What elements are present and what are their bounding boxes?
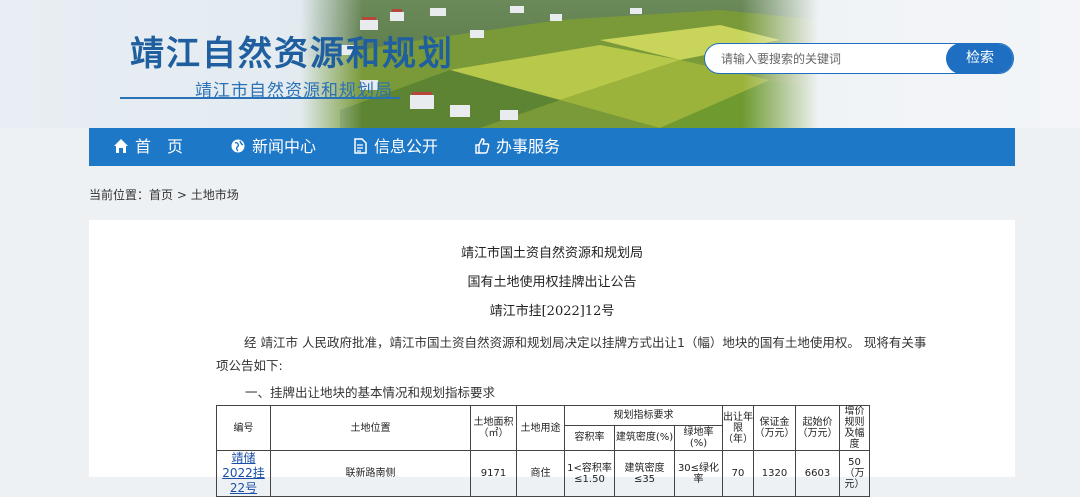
cell-code: 靖储2022挂22号 [216,450,271,497]
nav-item-home[interactable]: 首 页 [113,128,183,166]
header-increment: 增价规则及幅度 [839,405,870,451]
site-header: 靖江自然资源和规划 靖江市自然资源和规划局 检索 [0,0,1080,128]
thumbs-up-icon [475,137,490,154]
cell-increment: 50（万元） [839,450,870,497]
search-box: 检索 [704,43,1014,74]
header-deposit: 保证金（万元） [753,405,796,451]
header-code: 编号 [216,405,271,451]
cell-area: 9171 [470,450,517,497]
nav-item-label: 新闻中心 [252,137,317,156]
site-title: 靖江自然资源和规划 [130,34,454,74]
table-row: 靖储2022挂22号 联新路南侧 9171 商住 1<容积率≤1.50 建筑密度… [216,450,870,497]
home-icon [114,138,128,153]
breadcrumb-home-link[interactable]: 首页 [149,188,173,202]
document-icon [354,137,367,154]
cell-use: 商住 [516,450,565,497]
cell-term: 70 [722,450,754,497]
cell-green: 30≤绿化率 [674,450,723,497]
cell-start-price: 6603 [795,450,840,497]
cell-location: 联新路南侧 [270,450,471,497]
search-input[interactable] [705,44,961,73]
nav-item-services[interactable]: 办事服务 [474,128,560,166]
nav-item-info[interactable]: 信息公开 [352,128,438,166]
nav-item-label: 办事服务 [496,137,561,156]
header-density: 建筑密度(%) [614,424,675,452]
parcel-code-link[interactable]: 靖储2022挂22号 [222,452,265,496]
header-planning: 规划指标要求 [564,405,723,426]
breadcrumb: 当前位置：首页 > 土地市场 [89,186,239,203]
nav-item-news[interactable]: 新闻中心 [230,128,316,166]
header-start-price: 起始价（万元） [795,405,840,451]
header-term: 出让年限（年） [722,405,754,451]
document-issuer: 靖江市国土资自然资源和规划局 [460,246,643,261]
cell-deposit: 1320 [753,450,796,497]
header-green: 绿地率(%) [674,424,723,452]
search-button[interactable]: 检索 [946,44,1013,73]
nav-item-label: 信息公开 [374,137,439,156]
section-heading: 一、挂牌出让地块的基本情况和规划指标要求 [245,385,496,400]
nav-item-label: 首 页 [135,137,184,156]
document-number: 靖江市挂[2022]12号 [489,304,615,319]
breadcrumb-separator: > [176,188,187,202]
globe-icon [231,139,245,152]
land-parcel-table: 编号 土地位置 土地面积（㎡） 土地用途 规划指标要求 出让年限（年） 保证金（… [216,405,870,497]
header-use: 土地用途 [516,405,565,451]
announcement-paragraph-line2: 项公告如下: [216,358,283,373]
announcement-paragraph-line1: 经 靖江市 人民政府批准，靖江市国土资自然资源和规划局决定以挂牌方式出让1（幅）… [244,335,927,350]
header-area: 土地面积（㎡） [470,405,517,451]
main-nav: 首 页 新闻中心 信息公开 办事服务 [89,128,1015,166]
cell-far: 1<容积率≤1.50 [564,450,615,497]
header-location: 土地位置 [270,405,471,451]
cell-density: 建筑密度≤35 [614,450,675,497]
breadcrumb-current[interactable]: 土地市场 [191,188,239,202]
table-header-row: 编号 土地位置 土地面积（㎡） 土地用途 规划指标要求 出让年限（年） 保证金（… [216,405,870,451]
breadcrumb-prefix: 当前位置： [89,188,150,202]
document-title: 国有土地使用权挂牌出让公告 [467,275,637,290]
site-subtitle: 靖江市自然资源和规划局 [195,81,393,101]
header-far: 容积率 [564,424,615,452]
